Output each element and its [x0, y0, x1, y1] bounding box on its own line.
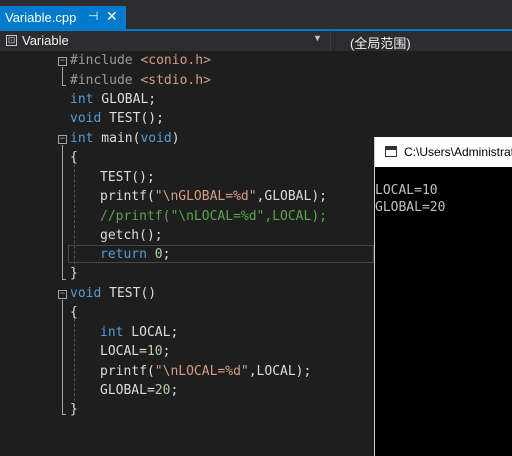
code-line: { [70, 305, 78, 320]
code-line: #include <conio.h> [70, 53, 211, 68]
code-line: #include <stdio.h> [70, 73, 211, 88]
outline-line [62, 414, 66, 415]
outline-line [62, 145, 63, 279]
code-line: return 0; [100, 247, 171, 262]
code-line: } [70, 266, 78, 281]
collapse-icon[interactable]: − [58, 135, 67, 144]
code-line: printf("\nGLOBAL=%d",GLOBAL); [100, 189, 327, 204]
tab-title: Variable.cpp [5, 10, 77, 25]
collapse-icon[interactable]: − [58, 57, 67, 66]
code-line: GLOBAL=20; [100, 383, 179, 398]
console-app-icon [385, 146, 397, 157]
console-title: C:\Users\Administrator [404, 145, 512, 159]
pin-icon[interactable]: ⊣ [88, 9, 98, 23]
console-titlebar[interactable]: C:\Users\Administrator [375, 137, 512, 167]
console-window[interactable]: C:\Users\Administrator LOCAL=10 GLOBAL=2… [374, 137, 512, 456]
outline-line [62, 300, 63, 414]
collapse-icon[interactable]: − [58, 290, 67, 299]
code-line: //printf("\nLOCAL=%d",LOCAL); [100, 209, 327, 224]
tab-bar: Variable.cpp ⊣ ✕ [0, 0, 512, 30]
tab-variable-cpp[interactable]: Variable.cpp ⊣ ✕ [0, 6, 126, 30]
code-line: void TEST() [70, 286, 157, 301]
outline-line [62, 279, 66, 280]
chevron-down-icon[interactable]: ▼ [313, 33, 322, 43]
code-line: LOCAL=10; [100, 344, 171, 359]
code-line: int main(void) [70, 131, 180, 146]
navigation-bar: ⊡ Variable ▼ (全局范围) [0, 31, 512, 51]
code-line: int LOCAL; [100, 325, 179, 340]
outline-line [62, 85, 66, 86]
project-scope-dropdown[interactable]: Variable [22, 33, 69, 48]
project-scope-icon: ⊡ [6, 35, 17, 46]
navbar-divider [330, 31, 331, 51]
code-line: TEST(); [100, 170, 155, 185]
code-line: printf("\nLOCAL=%d",LOCAL); [100, 364, 312, 379]
code-line: void TEST(); [70, 111, 164, 126]
indent-guide [74, 314, 75, 406]
console-output-line: GLOBAL=20 [375, 200, 446, 215]
code-line: int GLOBAL; [70, 92, 157, 107]
close-icon[interactable]: ✕ [106, 8, 118, 25]
member-scope-dropdown[interactable]: (全局范围) [350, 33, 411, 52]
code-line: getch(); [100, 228, 163, 243]
outline-line [62, 67, 63, 85]
code-line: } [70, 402, 78, 417]
console-output-line: LOCAL=10 [375, 183, 438, 198]
code-line: { [70, 150, 78, 165]
